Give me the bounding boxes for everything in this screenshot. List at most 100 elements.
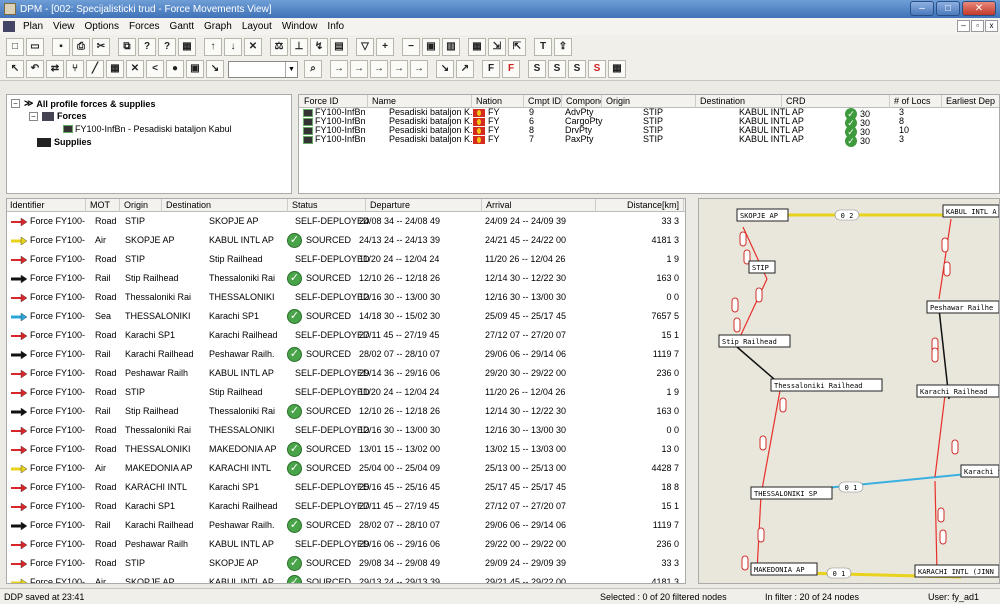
branch-icon[interactable]: ⑂: [66, 60, 84, 78]
forces-column-header[interactable]: Cmpt ID: [525, 95, 562, 108]
forces-column-header[interactable]: Destination: [697, 95, 782, 108]
movements-column-header[interactable]: Distance[km]: [597, 199, 684, 212]
forces-column-header[interactable]: Name: [369, 95, 472, 108]
edge-marker[interactable]: [739, 231, 747, 247]
edge-marker[interactable]: [951, 439, 959, 455]
movement-row[interactable]: Force FY100- Road KARACHI INTL Karachi SP1 S…: [7, 478, 685, 497]
fit-icon[interactable]: ▣: [422, 37, 440, 56]
layout-icon[interactable]: ▥: [442, 37, 460, 56]
move-up-icon[interactable]: ↑: [204, 37, 222, 56]
edge-marker[interactable]: [939, 529, 947, 545]
edge-marker[interactable]: [779, 397, 787, 413]
new-icon[interactable]: □: [6, 37, 24, 56]
filter-icon[interactable]: ▽: [356, 37, 374, 56]
edge-marker[interactable]: [733, 317, 741, 333]
zoom-out-icon[interactable]: −: [402, 37, 420, 56]
chart-icon[interactable]: ▤: [330, 37, 348, 56]
movement-row[interactable]: Force FY100- Air SKOPJE AP KABUL INTL AP ✓ SO…: [7, 573, 685, 583]
menu-view[interactable]: View: [48, 21, 80, 32]
f-red-button[interactable]: F: [502, 60, 520, 78]
menu-info[interactable]: Info: [322, 21, 349, 32]
save-icon[interactable]: ▪: [52, 37, 70, 56]
movements-column-header[interactable]: Status: [289, 199, 366, 212]
movements-column-header[interactable]: Arrival: [483, 199, 596, 212]
pointer-icon[interactable]: ↖: [6, 60, 24, 78]
edge-marker[interactable]: [759, 435, 767, 451]
forces-column-header[interactable]: CRD: [783, 95, 890, 108]
graph-edge[interactable]: [938, 218, 952, 300]
movement-row[interactable]: Force FY100- Road STIP Stip Railhead SELF-DE…: [7, 250, 685, 269]
edge-marker[interactable]: [937, 507, 945, 523]
movement-row[interactable]: Force FY100- Road Peshawar Railh KABUL INTL…: [7, 364, 685, 383]
arrow-right-icon[interactable]: →: [370, 60, 388, 78]
help-icon[interactable]: ?: [138, 37, 156, 56]
mdi-close-button[interactable]: x: [985, 20, 998, 32]
tree-force-item[interactable]: FY100-InfBn - Pesadiski bataljon Kabul: [63, 124, 232, 134]
menu-graph[interactable]: Graph: [199, 21, 237, 32]
close-button[interactable]: ✕: [962, 1, 996, 16]
movement-row[interactable]: Force FY100- Road Thessaloniki Rai THESSALO…: [7, 288, 685, 307]
movements-column-header[interactable]: Destination: [163, 199, 288, 212]
movement-row[interactable]: Force FY100- Road STIP SKOPJE AP ✓ SOURCED 29/…: [7, 554, 685, 573]
collapse-icon[interactable]: ⇱: [508, 37, 526, 56]
tree-forces[interactable]: – Forces: [29, 111, 87, 121]
edge-marker[interactable]: [941, 237, 949, 253]
align-icon[interactable]: ↘: [436, 60, 454, 78]
forces-column-header[interactable]: Earliest Dep: [943, 95, 999, 108]
movement-row[interactable]: Force FY100- Air MAKEDONIA AP KARACHI INTL ✓…: [7, 459, 685, 478]
move-down-icon[interactable]: ↓: [224, 37, 242, 56]
movements-column-header[interactable]: MOT: [87, 199, 120, 212]
mdi-restore-button[interactable]: ▫: [971, 20, 984, 32]
edge-marker[interactable]: [757, 527, 765, 543]
arrow-right-icon[interactable]: →: [330, 60, 348, 78]
menu-gantt[interactable]: Gantt: [165, 21, 199, 32]
tree-supplies[interactable]: Supplies: [37, 137, 92, 147]
export-icon[interactable]: ⇪: [554, 37, 572, 56]
forces-table-row[interactable]: FY100-InfBn Pesadiski bataljon K.. FY 6 Carg…: [299, 117, 999, 129]
arrow-right-icon[interactable]: →: [390, 60, 408, 78]
arrow-right-icon[interactable]: →: [350, 60, 368, 78]
minimize-button[interactable]: –: [910, 1, 934, 16]
collapse-icon[interactable]: –: [29, 111, 38, 121]
movement-row[interactable]: Force FY100- Road Peshawar Railh KABUL INTL…: [7, 535, 685, 554]
scale-icon[interactable]: ⚖: [270, 37, 288, 56]
route-icon[interactable]: <: [146, 60, 164, 78]
movement-row[interactable]: Force FY100- Sea THESSALONIKI Karachi SP1 ✓ S…: [7, 307, 685, 326]
forces-table-row[interactable]: FY100-InfBn Pesadiski bataljon K.. FY 7 PaxP…: [299, 135, 999, 147]
mdi-minimize-button[interactable]: –: [957, 20, 970, 32]
movement-row[interactable]: Force FY100- Rail Karachi Railhead Peshawar…: [7, 516, 685, 535]
network-graph[interactable]: 0 2 0 1 0 1 SKOPJE AP KABUL INTL A STIP Peshaw…: [698, 198, 1000, 584]
edge-marker[interactable]: [731, 297, 739, 313]
table-icon[interactable]: ▦: [468, 37, 486, 56]
forces-table-row[interactable]: FY100-InfBn Pesadiski bataljon K.. FY 9 AdvP…: [299, 108, 999, 120]
graph-edge[interactable]: [934, 480, 938, 574]
movement-row[interactable]: Force FY100- Road STIP Stip Railhead SELF-DE…: [7, 383, 685, 402]
zoom-in-icon[interactable]: +: [376, 37, 394, 56]
menu-forces[interactable]: Forces: [124, 21, 165, 32]
balance-icon[interactable]: ⊥: [290, 37, 308, 56]
whatsthis-icon[interactable]: ?: [158, 37, 176, 56]
forces-column-header[interactable]: Origin: [603, 95, 696, 108]
globe-icon[interactable]: ●: [166, 60, 184, 78]
forces-column-header[interactable]: Nation: [473, 95, 524, 108]
grid-icon[interactable]: ▦: [178, 37, 196, 56]
graph-edge[interactable]: [738, 278, 768, 340]
arrow-right-icon[interactable]: →: [410, 60, 428, 78]
s-button[interactable]: S: [548, 60, 566, 78]
movement-row[interactable]: Force FY100- Road STIP SKOPJE AP SELF-DEPLOY…: [7, 212, 685, 231]
flow-icon[interactable]: ↯: [310, 37, 328, 56]
graph-canvas[interactable]: 0 2 0 1 0 1 SKOPJE AP KABUL INTL A STIP Peshaw…: [699, 199, 1000, 584]
edge-marker[interactable]: [943, 261, 951, 277]
cut-icon[interactable]: ✂: [92, 37, 110, 56]
print-icon[interactable]: ⎙: [72, 37, 90, 56]
movement-row[interactable]: Force FY100- Rail Karachi Railhead Peshawar…: [7, 345, 685, 364]
edge-marker[interactable]: [755, 287, 763, 303]
menu-layout[interactable]: Layout: [237, 21, 277, 32]
movement-row[interactable]: Force FY100- Road Karachi SP1 Karachi Railh…: [7, 497, 685, 516]
zoom-fit-icon[interactable]: ⌕: [304, 60, 322, 78]
menu-options[interactable]: Options: [80, 21, 124, 32]
movement-row[interactable]: Force FY100- Air SKOPJE AP KABUL INTL AP ✓ SO…: [7, 231, 685, 250]
graph-edge[interactable]: [934, 394, 946, 478]
menu-window[interactable]: Window: [277, 21, 323, 32]
movements-column-header[interactable]: Departure: [367, 199, 482, 212]
